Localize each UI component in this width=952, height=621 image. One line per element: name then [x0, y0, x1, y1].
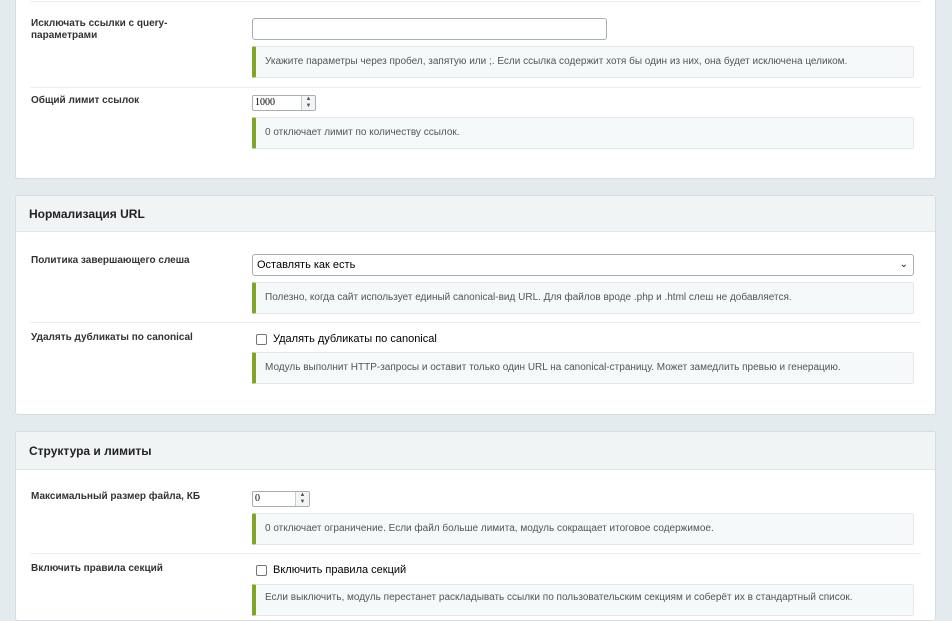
section-rules-label: Включить правила секций — [31, 563, 163, 574]
chevron-down-icon: ⌄ — [899, 259, 908, 270]
max-file-size-input[interactable]: 0 ▲ ▼ — [252, 491, 310, 507]
max-file-size-label: Максимальный размер файла, КБ — [31, 491, 201, 502]
row-separator — [30, 87, 921, 88]
dedupe-canonical-checkbox[interactable] — [256, 333, 267, 345]
panel-structure-limits: Структура и лимиты Максимальный размер ф… — [15, 431, 936, 621]
section-rules-checkbox[interactable] — [256, 564, 267, 576]
total-limit-value: 1000 — [255, 97, 275, 108]
section-title-url: Нормализация URL — [16, 196, 935, 232]
exclude-query-hint: Укажите параметры через пробел, запятую … — [252, 46, 914, 78]
dedupe-canonical-control: Удалять дубликаты по canonical — [252, 333, 437, 345]
section-rules-checkbox-label[interactable]: Включить правила секций — [273, 564, 406, 576]
dedupe-canonical-hint: Модуль выполнит HTTP-запросы и оставит т… — [252, 352, 914, 384]
section-rules-hint: Если выключить, модуль перестанет раскла… — [252, 584, 914, 616]
trailing-slash-label: Политика завершающего слеша — [31, 255, 190, 266]
panel-url-normalization: Нормализация URL Политика завершающего с… — [15, 195, 936, 415]
total-limit-hint: 0 отключает лимит по количеству ссылок. — [252, 117, 914, 149]
dedupe-canonical-label: Удалять дубликаты по canonical — [31, 332, 193, 343]
exclude-query-control — [252, 18, 607, 40]
exclude-query-label: Исключать ссылки с query-параметрами — [31, 18, 168, 41]
spinner-arrows-icon[interactable]: ▲ ▼ — [301, 96, 315, 110]
total-limit-control: 1000 ▲ ▼ — [252, 95, 316, 111]
row-separator — [30, 553, 921, 554]
trailing-slash-hint: Полезно, когда сайт использует единый ca… — [252, 282, 914, 314]
max-file-size-control: 0 ▲ ▼ — [252, 491, 310, 507]
exclude-query-input[interactable] — [252, 18, 607, 40]
trailing-slash-control: Оставлять как есть ⌄ — [252, 254, 914, 276]
total-limit-input[interactable]: 1000 ▲ ▼ — [252, 95, 316, 111]
section-title-structure: Структура и лимиты — [16, 432, 935, 470]
max-file-size-value: 0 — [255, 493, 260, 504]
total-limit-label: Общий лимит ссылок — [31, 95, 140, 106]
spinner-arrows-icon[interactable]: ▲ ▼ — [295, 492, 309, 506]
dedupe-canonical-checkbox-label[interactable]: Удалять дубликаты по canonical — [273, 333, 437, 345]
panel-links: Исключать ссылки с query-параметрами Ука… — [15, 0, 936, 179]
section-rules-control: Включить правила секций — [252, 564, 406, 576]
trailing-slash-select[interactable]: Оставлять как есть ⌄ — [252, 254, 914, 276]
row-separator — [30, 322, 921, 323]
row-separator — [30, 1, 921, 2]
trailing-slash-selected: Оставлять как есть — [257, 259, 356, 271]
max-file-size-hint: 0 отключает ограничение. Если файл больш… — [252, 513, 914, 545]
